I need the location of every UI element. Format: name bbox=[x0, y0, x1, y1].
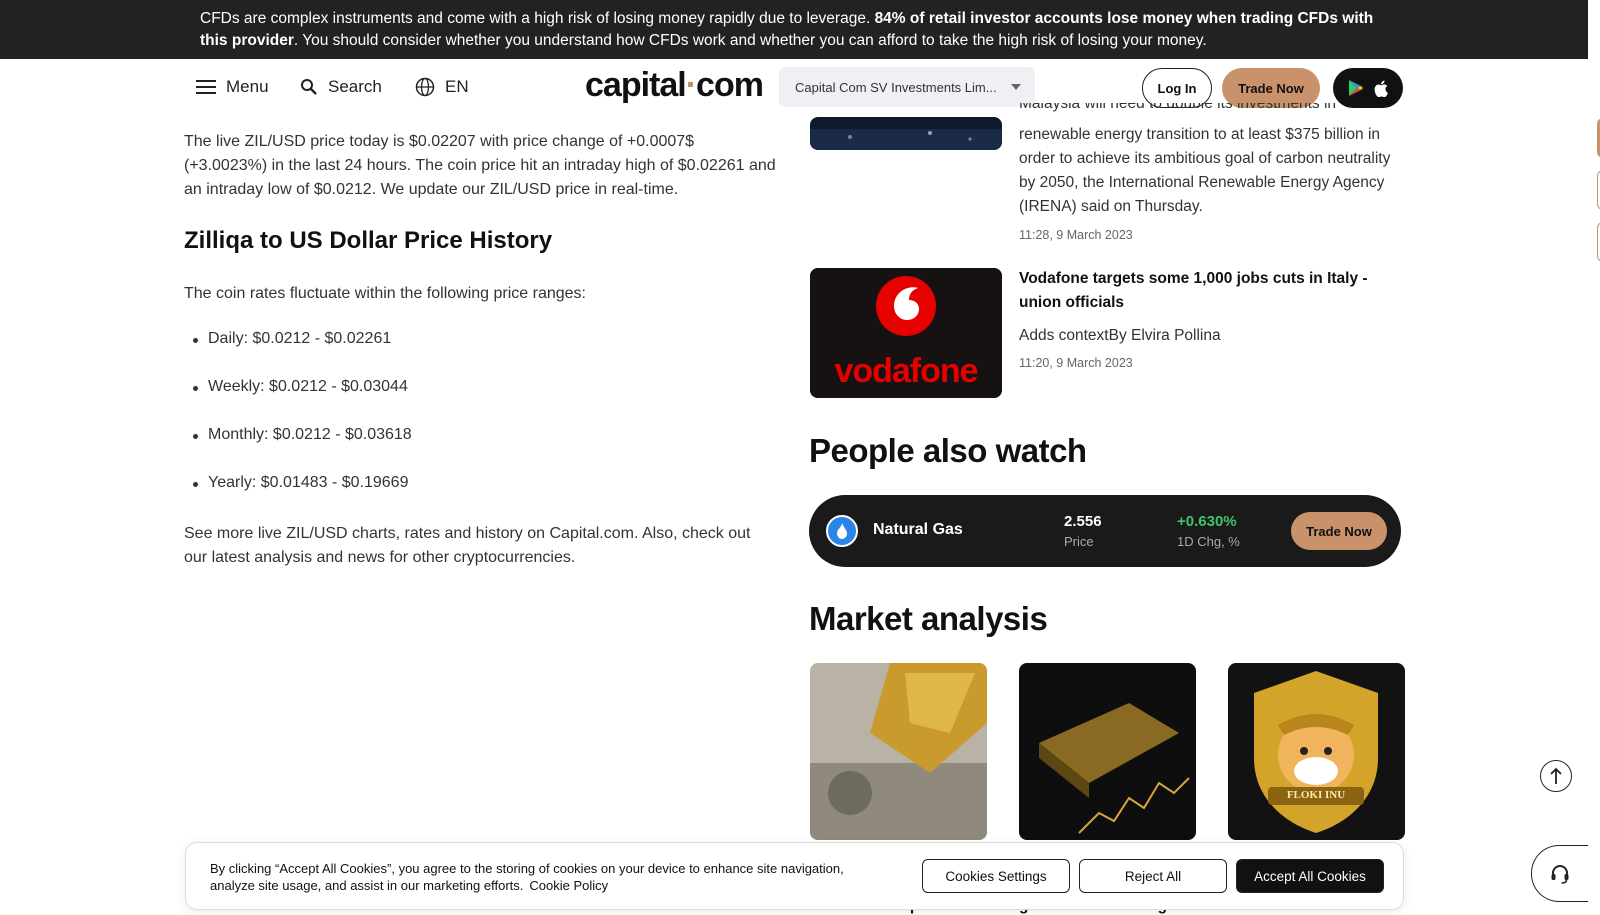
entity-select-value: Capital Com SV Investments Lim... bbox=[795, 79, 997, 95]
headset-icon bbox=[1551, 864, 1569, 884]
arrow-up-icon bbox=[1550, 767, 1562, 784]
entity-select[interactable]: Capital Com SV Investments Lim... bbox=[779, 67, 1035, 107]
menu-button[interactable]: Menu bbox=[196, 77, 269, 97]
price-outro: See more live ZIL/USD charts, rates and … bbox=[184, 525, 751, 566]
reject-all-button[interactable]: Reject All bbox=[1079, 859, 1227, 893]
flame-icon bbox=[826, 515, 858, 547]
list-item: Weekly: $0.0212 - $0.03044 bbox=[193, 378, 408, 395]
scroll-to-top-button[interactable] bbox=[1540, 760, 1572, 792]
trade-now-button[interactable]: Trade Now bbox=[1291, 512, 1387, 550]
news-title[interactable]: Vodafone targets some 1,000 jobs cuts in… bbox=[1019, 267, 1409, 315]
news-thumbnail[interactable]: vodafone bbox=[810, 268, 1002, 398]
globe-icon bbox=[415, 77, 435, 97]
list-item: Yearly: $0.01483 - $0.19669 bbox=[192, 474, 409, 491]
risk-warning-banner: CFDs are complex instruments and come wi… bbox=[0, 0, 1588, 59]
app-download-button[interactable] bbox=[1333, 68, 1403, 108]
watch-card-natural-gas[interactable]: Natural Gas 2.556 Price +0.630% 1D Chg, … bbox=[809, 495, 1401, 567]
news-summary: renewable energy transition to at least … bbox=[1019, 126, 1391, 215]
login-button[interactable]: Log In bbox=[1142, 68, 1212, 108]
floki-badge-text: FLOKI INU bbox=[1286, 789, 1346, 801]
chevron-down-icon bbox=[1011, 84, 1021, 90]
price-intro: The live ZIL/USD price today is $0.02207… bbox=[184, 133, 776, 198]
trade-now-button[interactable]: Trade Now bbox=[1222, 68, 1320, 108]
search-icon bbox=[301, 79, 317, 95]
instrument-change: +0.630% bbox=[1177, 513, 1237, 530]
analysis-thumbnail[interactable] bbox=[1019, 663, 1196, 840]
language-label: EN bbox=[445, 77, 469, 96]
language-selector[interactable]: EN bbox=[415, 77, 469, 97]
analysis-thumbnail[interactable] bbox=[810, 663, 987, 840]
instrument-price: 2.556 bbox=[1064, 513, 1102, 530]
people-also-watch-heading: People also watch bbox=[809, 432, 1087, 469]
change-label: 1D Chg, % bbox=[1177, 534, 1240, 549]
instrument-name: Natural Gas bbox=[873, 521, 963, 538]
price-history-lead: The coin rates fluctuate within the foll… bbox=[184, 285, 586, 302]
cookie-consent-text: By clicking “Accept All Cookies”, you ag… bbox=[210, 861, 844, 893]
cookies-settings-button[interactable]: Cookies Settings bbox=[922, 859, 1070, 893]
price-label: Price bbox=[1064, 534, 1094, 549]
accept-all-cookies-button[interactable]: Accept All Cookies bbox=[1236, 859, 1384, 893]
cookie-policy-link[interactable]: Cookie Policy bbox=[529, 878, 608, 893]
risk-warning-text: CFDs are complex instruments and come wi… bbox=[200, 10, 1374, 49]
market-analysis-heading: Market analysis bbox=[809, 600, 1048, 637]
hamburger-icon bbox=[196, 80, 216, 94]
search-button[interactable]: Search bbox=[300, 77, 382, 97]
list-item: Daily: $0.0212 - $0.02261 bbox=[192, 330, 392, 347]
news-timestamp: 11:20, 9 March 2023 bbox=[1019, 356, 1133, 370]
news-timestamp: 11:28, 9 March 2023 bbox=[1019, 228, 1133, 242]
list-item: Monthly: $0.0212 - $0.03618 bbox=[193, 426, 412, 443]
analysis-thumbnail[interactable]: FLOKI INU bbox=[1228, 663, 1405, 840]
news-thumbnail[interactable] bbox=[810, 117, 1002, 150]
capital-com-logo[interactable]: capital·com bbox=[585, 66, 764, 105]
search-label: Search bbox=[328, 77, 382, 96]
menu-label: Menu bbox=[226, 77, 269, 96]
apple-icon bbox=[1374, 80, 1388, 97]
cookie-consent-banner: By clicking “Accept All Cookies”, you ag… bbox=[185, 842, 1404, 910]
support-chat-button[interactable] bbox=[1531, 845, 1588, 902]
google-play-icon bbox=[1349, 80, 1363, 96]
vodafone-logo-text: vodafone bbox=[834, 352, 978, 390]
news-title[interactable]: Malaysia will need to double its investm… bbox=[1019, 103, 1409, 117]
price-history-heading: Zilliqa to US Dollar Price History bbox=[184, 227, 553, 254]
news-summary: Adds contextBy Elvira Pollina bbox=[1019, 327, 1221, 344]
